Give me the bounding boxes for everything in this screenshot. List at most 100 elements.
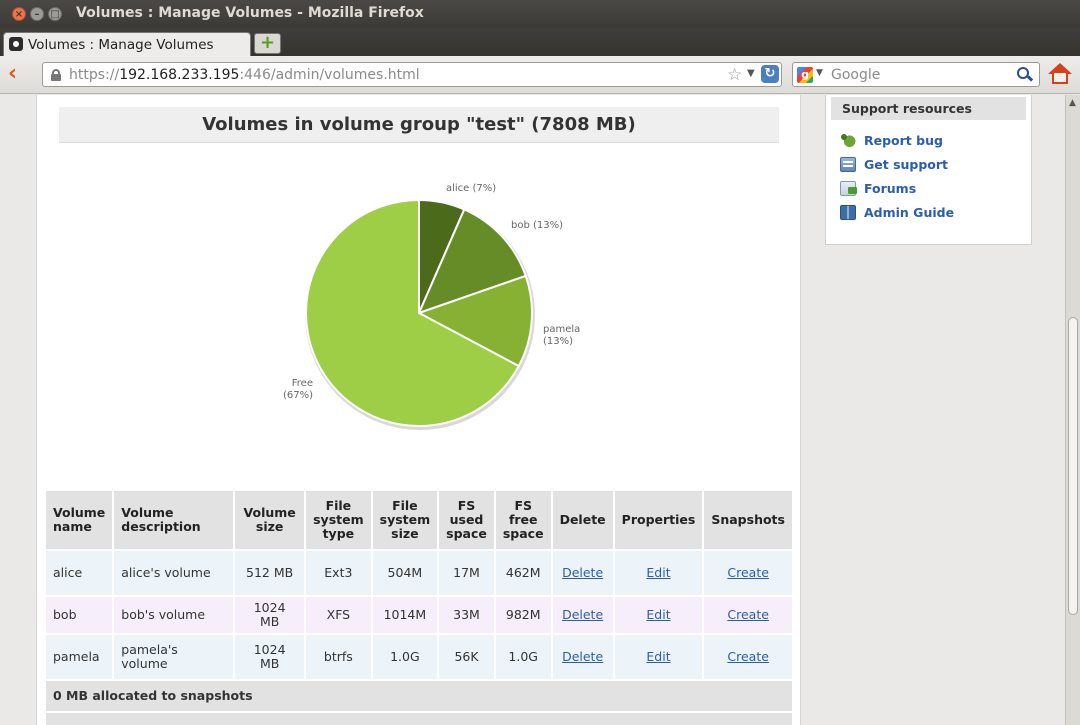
search-bar[interactable]: g ▼ Google (792, 62, 1040, 87)
window-minimize-button[interactable]: – (30, 7, 44, 21)
window-titlebar: × – □ Volumes : Manage Volumes - Mozilla… (0, 0, 1080, 28)
table-row: alice alice's volume 512 MB Ext3 504M 17M 462M… (46, 551, 792, 595)
reload-icon[interactable]: ↻ (761, 65, 779, 83)
tab-strip: Volumes : Manage Volumes + (0, 28, 1080, 56)
pie-slice-label: pamela (13%) (543, 324, 580, 347)
edit-properties-link[interactable]: Edit (646, 649, 670, 664)
cell-properties: Edit (614, 597, 703, 633)
delete-link[interactable]: Delete (562, 649, 603, 664)
cell-free: 462M (495, 551, 551, 595)
create-snapshot-link[interactable]: Create (727, 607, 769, 622)
snapshot-summary-row: 0 MB allocated to snapshots (46, 681, 792, 711)
column-header-line: system (313, 512, 364, 527)
cell-delete: Delete (552, 635, 613, 679)
support-resources-title: Support resources (831, 97, 1026, 120)
column-header: Delete (552, 491, 613, 549)
cell-snapshots: Create (704, 635, 792, 679)
cell-size: 1024 MB (235, 635, 305, 679)
column-header-line: FS (514, 498, 532, 513)
column-header-line: FS (457, 498, 476, 513)
column-header: Snapshots (704, 491, 792, 549)
scrollbar-thumb[interactable] (1068, 317, 1078, 615)
cell-fs-size: 1.0G (372, 635, 438, 679)
vertical-scrollbar[interactable]: ▲ (1065, 95, 1080, 725)
cell-size: 512 MB (235, 551, 305, 595)
search-input[interactable]: Google (831, 67, 880, 83)
search-icon[interactable] (1017, 67, 1034, 83)
pie-slice-label: Free (67%) (283, 378, 313, 401)
column-header-line: Volume (121, 505, 174, 520)
window-maximize-button[interactable]: □ (48, 7, 62, 21)
create-snapshot-link[interactable]: Create (727, 565, 769, 580)
forums-icon (840, 181, 857, 196)
cell-fs-type: btrfs (306, 635, 371, 679)
navigation-toolbar: ‹ https://192.168.233.195:446/admin/volu… (0, 56, 1080, 94)
column-header: Volume description (114, 491, 234, 549)
table-footer-cell (46, 713, 792, 725)
tab-volumes[interactable]: Volumes : Manage Volumes (3, 32, 251, 56)
cell-name: pamela (46, 635, 113, 679)
cell-snapshots: Create (704, 551, 792, 595)
edit-properties-link[interactable]: Edit (646, 607, 670, 622)
cell-delete: Delete (552, 597, 613, 633)
volumes-table: Volume name Volume description Volume size Fil… (44, 489, 794, 725)
url-bar[interactable]: https://192.168.233.195:446/admin/volume… (42, 62, 782, 87)
bookmark-star-icon[interactable]: ☆ (727, 65, 742, 85)
pie-slice-label: alice (7%) (446, 183, 496, 194)
google-engine-icon[interactable]: g (797, 67, 813, 83)
column-header: Volume name (46, 491, 113, 549)
column-header: Volume size (235, 491, 305, 549)
cell-size: 1024 MB (235, 597, 305, 633)
cell-description: bob's volume (114, 597, 234, 633)
pie-slice-label-line: (13%) (543, 336, 573, 347)
new-tab-button[interactable]: + (254, 33, 281, 54)
cell-snapshots: Create (704, 597, 792, 633)
column-header-line: Delete (559, 512, 606, 527)
column-header-line: type (322, 526, 355, 541)
table-footer-row (46, 713, 792, 725)
cell-properties: Edit (614, 551, 703, 595)
back-button[interactable]: ‹ (8, 63, 30, 86)
volume-pie-chart: alice (7%) bob (13%) pamela (13%) Free (67%) (283, 183, 580, 430)
column-header-line: size (391, 526, 419, 541)
scroll-up-arrow-icon[interactable]: ▲ (1069, 98, 1076, 108)
column-header: FS used space (439, 491, 494, 549)
support-icon (840, 157, 856, 172)
column-header-line: Properties (621, 512, 696, 527)
cell-delete: Delete (552, 551, 613, 595)
search-engine-dropdown-icon[interactable]: ▼ (816, 68, 823, 78)
lock-icon (51, 69, 61, 81)
url-text[interactable]: https://192.168.233.195:446/admin/volume… (69, 67, 420, 83)
site-favicon-icon (9, 37, 23, 51)
column-header-line: description (121, 519, 201, 534)
table-header-row: Volume name Volume description Volume size Fil… (46, 491, 792, 549)
cell-fs-size: 1014M (372, 597, 438, 633)
cell-free: 1.0G (495, 635, 551, 679)
cell-free: 982M (495, 597, 551, 633)
edit-properties-link[interactable]: Edit (646, 565, 670, 580)
column-header-line: name (53, 519, 92, 534)
column-header: File system size (372, 491, 438, 549)
column-header-line: File (392, 498, 418, 513)
column-header-line: Volume (243, 505, 296, 520)
column-header: File system type (306, 491, 371, 549)
cell-used: 56K (439, 635, 494, 679)
delete-link[interactable]: Delete (562, 607, 603, 622)
pie-slice-label: bob (13%) (511, 220, 563, 231)
delete-link[interactable]: Delete (562, 565, 603, 580)
url-dropdown-icon[interactable]: ▼ (747, 68, 755, 79)
column-header-line: File (325, 498, 352, 513)
support-resources-box: Support resources Report bug Get support… (825, 95, 1032, 245)
create-snapshot-link[interactable]: Create (727, 649, 769, 664)
home-icon[interactable] (1048, 63, 1072, 85)
cell-description: alice's volume (114, 551, 234, 595)
snapshot-summary: 0 MB allocated to snapshots (46, 681, 792, 711)
pie-slice-label-line: pamela (543, 324, 580, 335)
table-row: bob bob's volume 1024 MB XFS 1014M 33M 982M Del… (46, 597, 792, 633)
window-close-button[interactable]: × (12, 7, 26, 21)
page-title: Volumes in volume group "test" (7808 MB) (59, 107, 779, 143)
guide-icon (840, 205, 856, 220)
page-viewport: Volumes in volume group "test" (7808 MB)… (0, 95, 1065, 725)
column-header-line: space (502, 526, 544, 541)
tab-label: Volumes : Manage Volumes (28, 37, 214, 53)
